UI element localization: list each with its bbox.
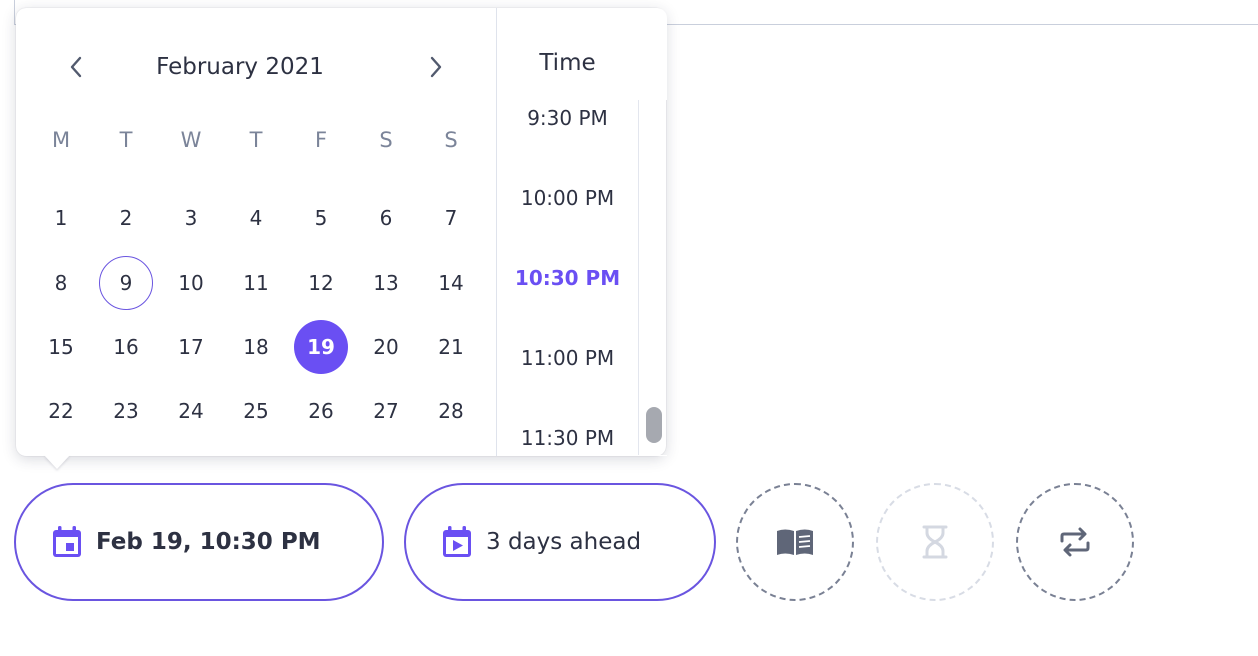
repeat-icon: [1060, 527, 1090, 557]
month-title: February 2021: [156, 54, 324, 80]
relative-date-label: 3 days ahead: [486, 529, 642, 555]
calendar-day[interactable]: 13: [359, 256, 413, 310]
chevron-right-icon: [430, 56, 442, 78]
calendar-day[interactable]: 2: [99, 191, 153, 245]
time-option[interactable]: 11:30 PM: [500, 426, 635, 450]
time-option[interactable]: 9:30 PM: [500, 106, 635, 130]
time-scrollbar-thumb[interactable]: [646, 407, 662, 443]
calendar-day[interactable]: 16: [99, 320, 153, 374]
date-time-label: Feb 19, 10:30 PM: [96, 529, 321, 555]
weekday-label: W: [180, 128, 202, 152]
calendar-day[interactable]: 17: [164, 320, 218, 374]
calendar-day[interactable]: 1: [34, 191, 88, 245]
calendar-day[interactable]: 26: [294, 384, 348, 438]
relative-date-button[interactable]: 3 days ahead: [404, 483, 716, 601]
next-month-button[interactable]: [422, 52, 450, 82]
date-time-button[interactable]: Feb 19, 10:30 PM: [14, 483, 384, 601]
time-column-title: Time: [539, 50, 596, 76]
calendar-time-divider: [496, 8, 497, 456]
calendar-day[interactable]: 27: [359, 384, 413, 438]
calendar-day[interactable]: 15: [34, 320, 88, 374]
duration-button: [876, 483, 994, 601]
calendar-day[interactable]: 14: [424, 256, 478, 310]
calendar-day[interactable]: 5: [294, 191, 348, 245]
calendar-day-selected[interactable]: 19: [294, 320, 348, 374]
time-option[interactable]: 10:00 PM: [500, 186, 635, 210]
calendar-day[interactable]: 6: [359, 191, 413, 245]
calendar-day[interactable]: 12: [294, 256, 348, 310]
calendar-day[interactable]: 24: [164, 384, 218, 438]
calendar-day[interactable]: 18: [229, 320, 283, 374]
time-option[interactable]: 11:00 PM: [500, 346, 635, 370]
calendar-day-today[interactable]: 9: [99, 256, 153, 310]
weekday-label: F: [314, 128, 328, 152]
previous-month-button[interactable]: [62, 52, 90, 82]
calendar-day[interactable]: 4: [229, 191, 283, 245]
time-scroll-track: [638, 100, 639, 456]
calendar-day-icon: [53, 526, 81, 557]
calendar-day[interactable]: 8: [34, 256, 88, 310]
chevron-left-icon: [70, 56, 82, 78]
calendar-day[interactable]: 23: [99, 384, 153, 438]
calendar-day[interactable]: 7: [424, 191, 478, 245]
calendar-day[interactable]: 25: [229, 384, 283, 438]
calendar-day[interactable]: 10: [164, 256, 218, 310]
weekday-label: T: [249, 128, 263, 152]
field-edge: [14, 0, 15, 25]
calendar-day[interactable]: 22: [34, 384, 88, 438]
repeat-button[interactable]: [1016, 483, 1134, 601]
open-book-icon: [777, 529, 813, 555]
calendar-day[interactable]: 20: [359, 320, 413, 374]
calendar-day[interactable]: 3: [164, 191, 218, 245]
hourglass-icon: [922, 525, 948, 559]
time-option-selected[interactable]: 10:30 PM: [500, 266, 635, 290]
calendar-day[interactable]: 28: [424, 384, 478, 438]
weekday-label: S: [444, 128, 458, 152]
weekday-label: M: [51, 128, 71, 152]
calendar-day[interactable]: 21: [424, 320, 478, 374]
weekday-label: S: [379, 128, 393, 152]
read-mode-button[interactable]: [736, 483, 854, 601]
time-list-bottom: [497, 455, 667, 456]
calendar-day[interactable]: 11: [229, 256, 283, 310]
popup-pointer: [44, 455, 70, 469]
weekday-label: T: [119, 128, 133, 152]
calendar-play-icon: [443, 526, 471, 557]
